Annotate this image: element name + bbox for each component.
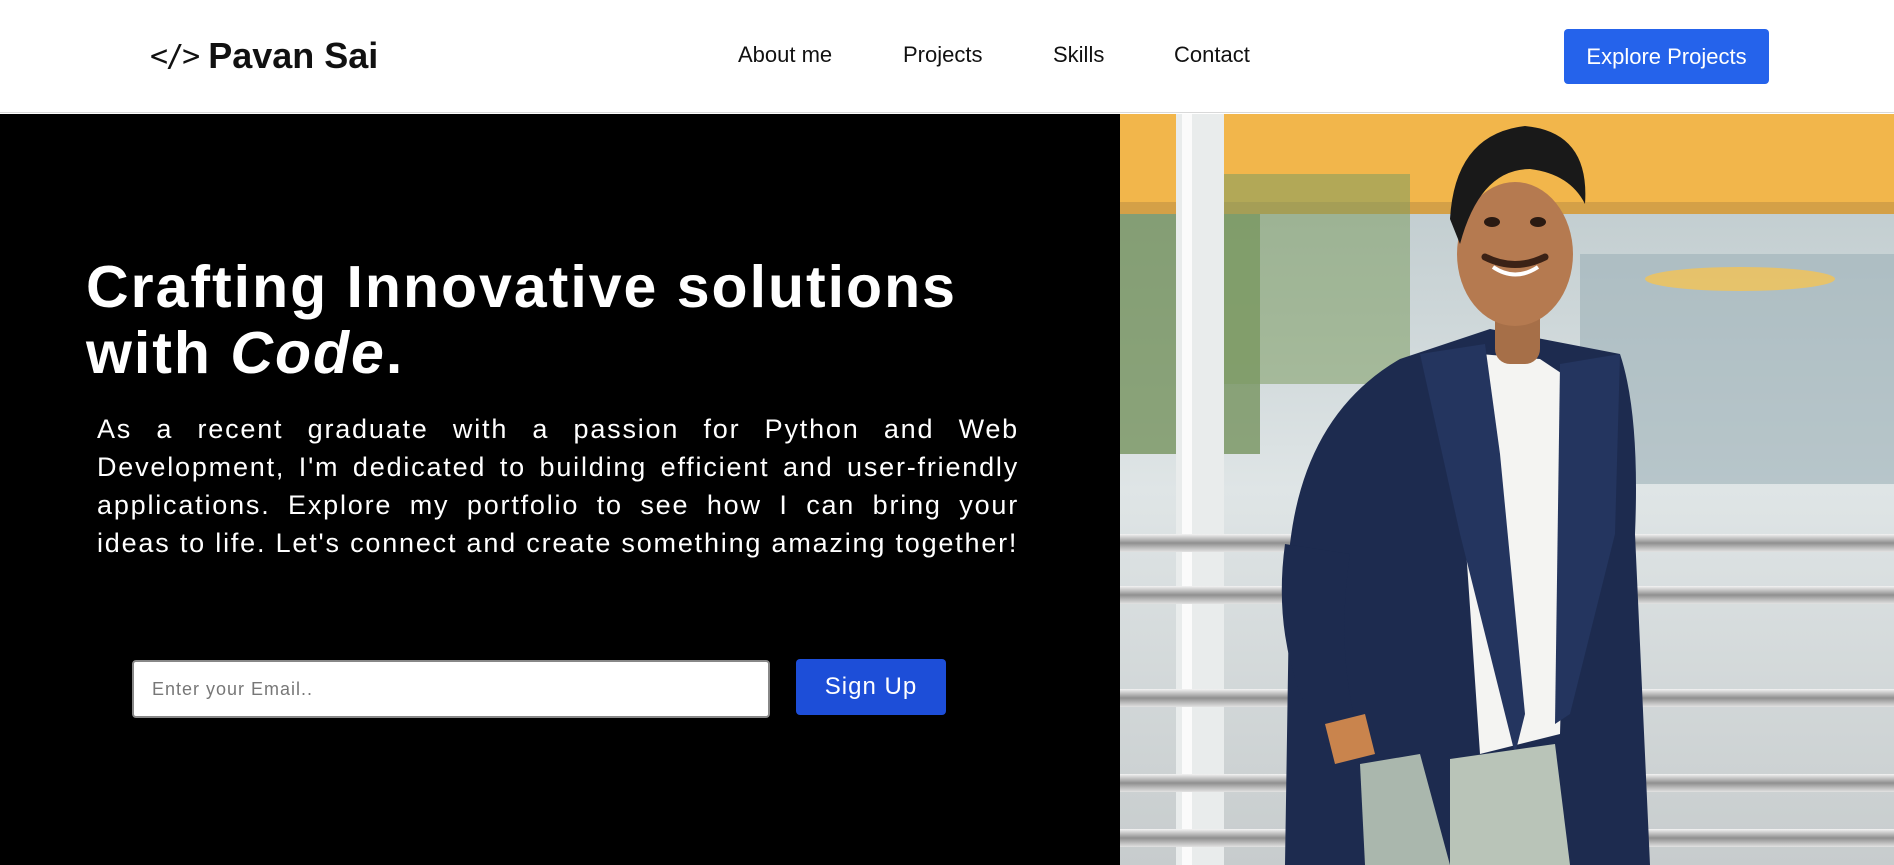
nav-link-about[interactable]: About me (738, 42, 832, 68)
headline-suffix: . (385, 320, 405, 386)
hero-section: Crafting Innovative solutions with Code.… (0, 114, 1120, 865)
profile-photo (1120, 114, 1894, 865)
headline-line-2-prefix: with (86, 320, 231, 386)
headline-emphasis: Code (230, 320, 386, 386)
navbar: </> Pavan Sai About me Projects Skills C… (0, 0, 1894, 113)
explore-projects-button[interactable]: Explore Projects (1564, 29, 1769, 84)
nav-link-skills[interactable]: Skills (1053, 42, 1104, 68)
hero-intro: As a recent graduate with a passion for … (97, 414, 1019, 558)
hero-headline: Crafting Innovative solutions with Code. (86, 254, 1086, 386)
headline-line-1: Crafting Innovative solutions (86, 254, 957, 320)
profile-photo-illustration (1120, 114, 1894, 865)
email-input[interactable] (132, 660, 770, 718)
sign-up-button[interactable]: Sign Up (796, 659, 946, 715)
nav-link-contact[interactable]: Contact (1174, 42, 1250, 68)
nav-link-projects[interactable]: Projects (903, 42, 982, 68)
